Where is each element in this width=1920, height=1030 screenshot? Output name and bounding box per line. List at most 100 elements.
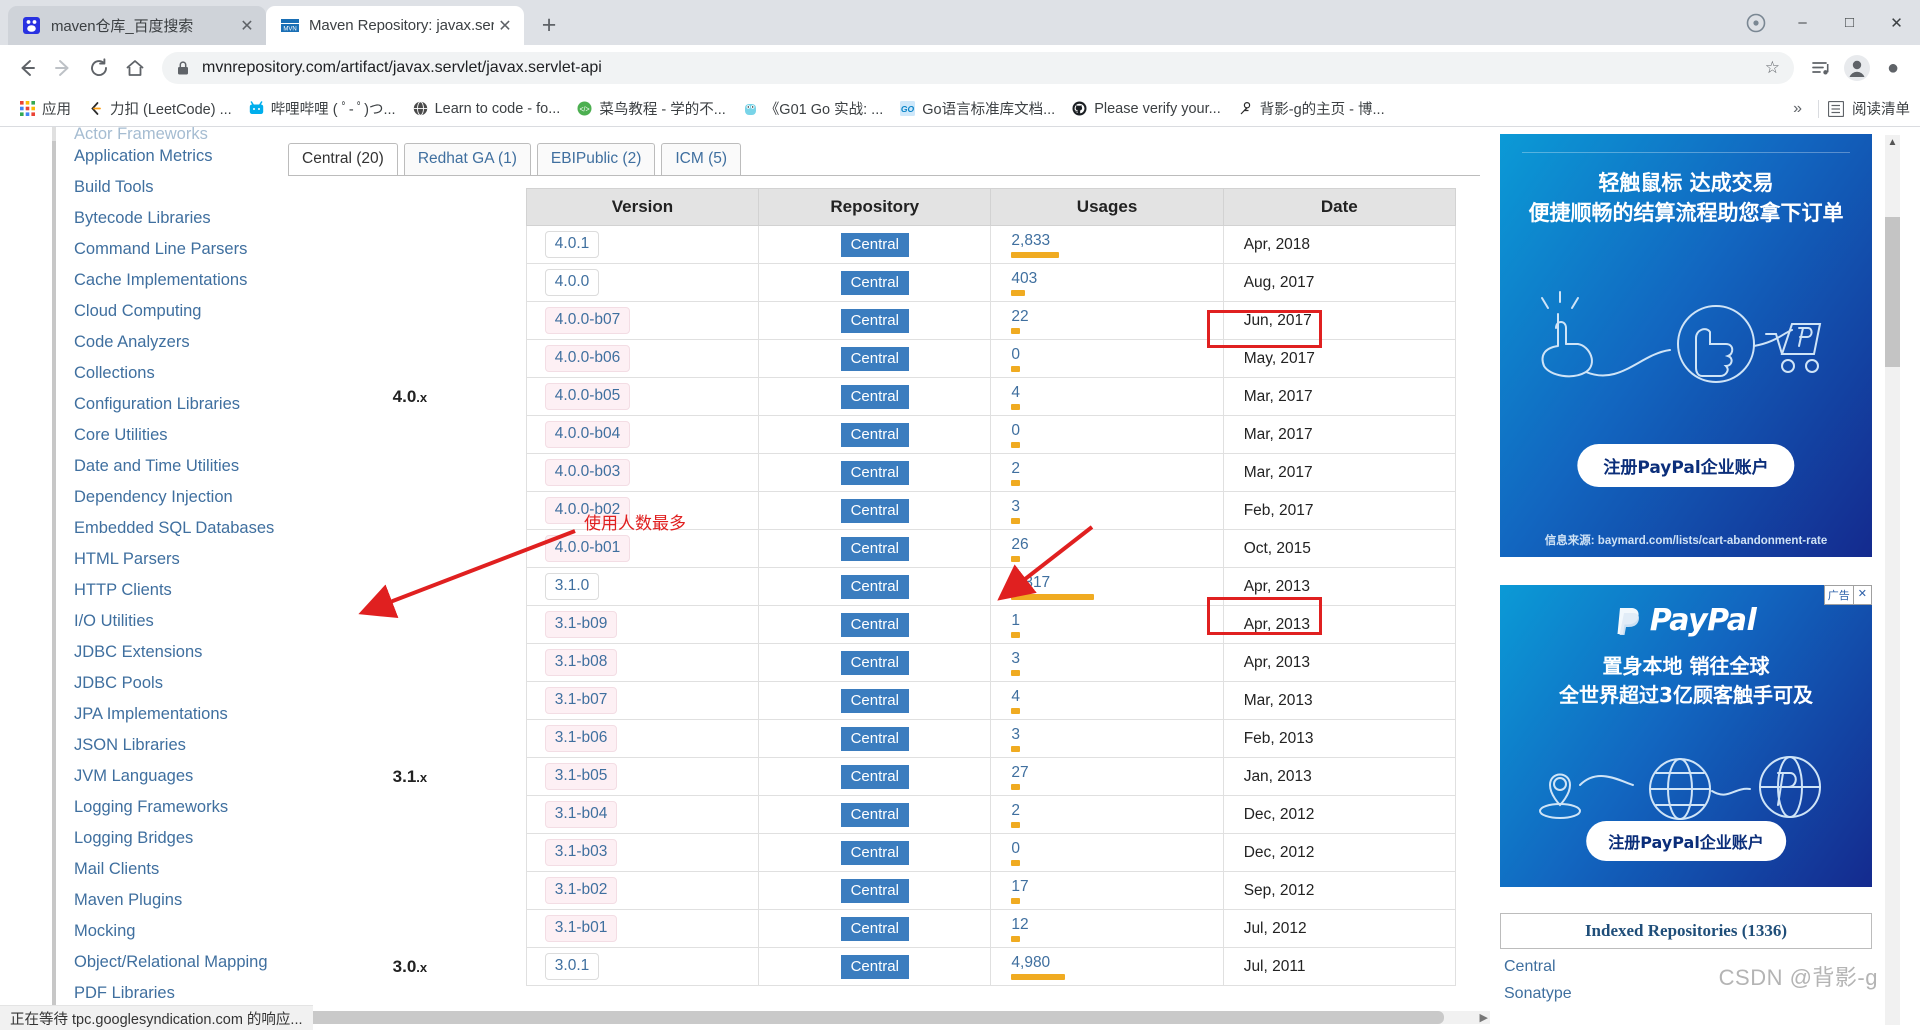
sidebar-item-command-line-parsers[interactable]: Command Line Parsers (52, 234, 282, 265)
close-icon[interactable]: ✕ (494, 16, 516, 36)
version-link[interactable]: 4.0.0 (544, 269, 600, 296)
bookmark-go-book[interactable]: 《G01 Go 实战: ... (735, 94, 890, 123)
version-link[interactable]: 4.0.0-b06 (544, 345, 631, 372)
reading-list-icon[interactable] (1804, 51, 1838, 85)
version-link[interactable]: 4.0.0-b05 (544, 383, 631, 410)
extensions-indicator-icon[interactable] (1732, 0, 1779, 45)
sidebar-item-application-metrics[interactable]: Application Metrics (52, 141, 282, 172)
version-link[interactable]: 3.1-b03 (544, 839, 618, 866)
repository-badge[interactable]: Central (840, 384, 909, 409)
usages-count-link[interactable]: 26 (1011, 536, 1028, 553)
repository-badge[interactable]: Central (840, 422, 909, 447)
scrollbar-thumb[interactable] (294, 1011, 1444, 1024)
repository-badge[interactable]: Central (840, 840, 909, 865)
version-link[interactable]: 4.0.1 (544, 231, 600, 258)
header-version[interactable]: Version (525, 188, 760, 226)
ad-label-badge[interactable]: 广告 ✕ (1823, 585, 1872, 605)
bookmark-go-docs[interactable]: GO Go语言标准库文档... (892, 94, 1062, 123)
sidebar-item-logging-frameworks[interactable]: Logging Frameworks (52, 792, 282, 823)
usages-count-link[interactable]: 2 (1011, 460, 1020, 477)
sidebar-item-mocking[interactable]: Mocking (52, 916, 282, 947)
sidebar-item-bytecode-libraries[interactable]: Bytecode Libraries (52, 203, 282, 234)
usages-count-link[interactable]: 0 (1011, 422, 1020, 439)
sidebar-item-clipped[interactable]: Actor Frameworks (52, 127, 282, 141)
repository-badge[interactable]: Central (840, 270, 909, 295)
repository-badge[interactable]: Central (840, 536, 909, 561)
scrollbar-thumb-vertical[interactable] (1885, 217, 1900, 367)
ad2-cta-button[interactable]: 注册PayPal企业账户 (1586, 821, 1786, 861)
sidebar-item-core-utilities[interactable]: Core Utilities (52, 420, 282, 451)
repository-badge[interactable]: Central (840, 878, 909, 903)
usages-count-link[interactable]: 4 (1011, 688, 1020, 705)
back-icon[interactable] (10, 51, 44, 85)
usages-count-link[interactable]: 3 (1011, 498, 1020, 515)
reading-list-label[interactable]: 阅读清单 (1852, 98, 1910, 119)
bookmarks-overflow-icon[interactable]: » (1785, 100, 1810, 118)
bookmark-runoob[interactable]: </> 菜鸟教程 - 学的不... (569, 94, 732, 123)
usages-count-link[interactable]: 4,980 (1011, 954, 1050, 971)
usages-count-link[interactable]: 12 (1011, 916, 1028, 933)
sidebar-item-code-analyzers[interactable]: Code Analyzers (52, 327, 282, 358)
repository-badge[interactable]: Central (840, 954, 909, 979)
sidebar-item-embedded-sql-databases[interactable]: Embedded SQL Databases (52, 513, 282, 544)
repository-badge[interactable]: Central (840, 726, 909, 751)
sidebar-item-logging-bridges[interactable]: Logging Bridges (52, 823, 282, 854)
version-link[interactable]: 4.0.0-b04 (544, 421, 631, 448)
header-repository[interactable]: Repository (758, 188, 992, 226)
usages-count-link[interactable]: 403 (1011, 270, 1037, 287)
browser-tab-1[interactable]: MVN Maven Repository: javax.servle ✕ (266, 6, 524, 45)
version-link[interactable]: 3.0.1 (544, 953, 600, 980)
sidebar-item-dependency-injection[interactable]: Dependency Injection (52, 482, 282, 513)
sidebar-item-html-parsers[interactable]: HTML Parsers (52, 544, 282, 575)
maximize-button[interactable]: □ (1826, 0, 1873, 45)
sidebar-item-pdf-libraries[interactable]: PDF Libraries (52, 978, 282, 1007)
header-date[interactable]: Date (1222, 188, 1457, 226)
sidebar-item-jdbc-extensions[interactable]: JDBC Extensions (52, 637, 282, 668)
sidebar-item-cache-implementations[interactable]: Cache Implementations (52, 265, 282, 296)
bookmark-github[interactable]: Please verify your... (1064, 96, 1228, 121)
sidebar-item-object-relational-mapping[interactable]: Object/Relational Mapping (52, 947, 282, 978)
repository-badge[interactable]: Central (840, 346, 909, 371)
bookmark-leetcode[interactable]: 力扣 (LeetCode) ... (80, 94, 239, 123)
repo-tab-central-20[interactable]: Central (20) (288, 143, 398, 175)
minimize-button[interactable]: – (1779, 0, 1826, 45)
repository-badge[interactable]: Central (840, 650, 909, 675)
usages-count-link[interactable]: 3 (1011, 650, 1020, 667)
profile-avatar-icon[interactable] (1840, 51, 1874, 85)
bookmark-bilibili[interactable]: 哔哩哔哩 ( ﾟ- ﾟ)つ... (241, 94, 403, 123)
sidebar-item-build-tools[interactable]: Build Tools (52, 172, 282, 203)
bookmark-learn-to-code[interactable]: Learn to code - fo... (405, 96, 568, 121)
sidebar-item-jdbc-pools[interactable]: JDBC Pools (52, 668, 282, 699)
usages-count-link[interactable]: 0 (1011, 346, 1020, 363)
page-vertical-scrollbar[interactable]: ▲ (1885, 135, 1900, 1025)
scroll-right-arrow-icon[interactable]: ▶ (1480, 1011, 1488, 1024)
version-link[interactable]: 4.0.0-b07 (544, 307, 631, 334)
version-link[interactable]: 3.1-b07 (544, 687, 618, 714)
browser-menu-icon[interactable]: ● (1876, 51, 1910, 85)
usages-count-link[interactable]: 2 (1011, 802, 1020, 819)
sidebar-item-mail-clients[interactable]: Mail Clients (52, 854, 282, 885)
repo-tab-redhat-ga-1[interactable]: Redhat GA (1) (403, 143, 531, 175)
sidebar-item-cloud-computing[interactable]: Cloud Computing (52, 296, 282, 327)
horizontal-scrollbar[interactable]: ▶ (294, 1011, 1490, 1024)
usages-count-link[interactable]: 17 (1011, 878, 1028, 895)
bookmark-apps[interactable]: 应用 (12, 94, 78, 123)
bookmark-csdn-home[interactable]: 背影-g的主页 - 博... (1230, 94, 1392, 123)
repository-badge[interactable]: Central (840, 498, 909, 523)
version-link[interactable]: 3.1-b09 (544, 611, 618, 638)
address-bar[interactable]: mvnrepository.com/artifact/javax.servlet… (162, 52, 1794, 84)
ad1-cta-button[interactable]: 注册PayPal企业账户 (1577, 444, 1795, 487)
usages-count-link[interactable]: 0 (1011, 840, 1020, 857)
repository-badge[interactable]: Central (840, 916, 909, 941)
version-link[interactable]: 4.0.0-b01 (544, 535, 631, 562)
bookmark-star-icon[interactable]: ☆ (1760, 58, 1780, 78)
scroll-up-arrow-icon[interactable]: ▲ (1885, 135, 1900, 150)
reload-icon[interactable] (82, 51, 116, 85)
version-link[interactable]: 3.1-b01 (544, 915, 618, 942)
close-icon[interactable]: ✕ (236, 16, 258, 36)
forward-icon[interactable] (46, 51, 80, 85)
version-link[interactable]: 3.1-b02 (544, 877, 618, 904)
header-usages[interactable]: Usages (990, 188, 1224, 226)
version-link[interactable]: 3.1-b06 (544, 725, 618, 752)
version-link[interactable]: 3.1-b05 (544, 763, 618, 790)
